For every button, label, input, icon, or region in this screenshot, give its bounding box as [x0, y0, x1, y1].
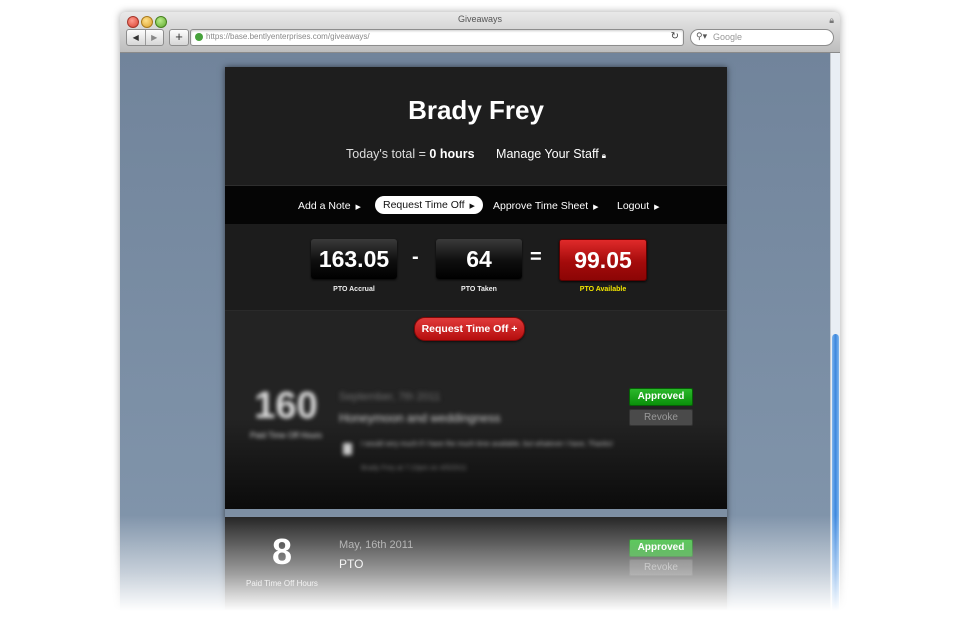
user-name: Brady Frey [408, 95, 544, 125]
pto-available-label: PTO Available [579, 286, 627, 293]
entry-date: September, 7th 2011 [339, 391, 441, 403]
equals-sign: = [530, 246, 542, 268]
back-button[interactable]: ◀ [127, 30, 145, 45]
request-time-off-button[interactable]: Request Time Off + [414, 317, 525, 341]
arrow-right-icon: ▶ [355, 204, 361, 211]
entry-hours: 8 [271, 531, 293, 572]
nav-add-note-label: Add a Note [298, 200, 351, 212]
pto-panel: Brady Frey Today's total = 0 hours Manag… [225, 67, 727, 612]
pto-taken-label: PTO Taken [461, 286, 497, 293]
search-icon: ⚲▾ [696, 31, 708, 41]
page-viewport: Brady Frey Today's total = 0 hours Manag… [120, 53, 830, 612]
entry-divider [225, 509, 727, 517]
nav-request-time-off[interactable]: Request Time Off ▶ [375, 196, 483, 214]
arrow-right-icon: ▶ [593, 204, 599, 211]
pto-summary: 163.05 PTO Accrual - 64 PTO Taken = 99.0… [225, 224, 727, 311]
arrow-right-icon: ▶ [654, 204, 660, 211]
main-nav: Add a Note ▶ Request Time Off ▶ Approve Ti… [225, 185, 727, 225]
site-favicon-icon [195, 33, 203, 41]
window-title: Giveaways [457, 14, 502, 24]
today-total-value: 0 hours [429, 147, 475, 161]
revoke-button[interactable]: Revoke [629, 409, 693, 426]
today-total-line: Today's total = 0 hours Manage Your Staf… [225, 147, 727, 161]
arrow-right-icon: ▶ [469, 203, 475, 210]
add-bookmark-button[interactable]: + [169, 29, 189, 46]
revoke-button[interactable]: Revoke [629, 559, 693, 576]
request-entry: 8 Paid Time Off Hours May, 16th 2011 PTO… [225, 517, 727, 612]
nav-request-time-off-label: Request Time Off [383, 199, 465, 211]
nav-approve-time-sheet[interactable]: Approve Time Sheet ▶ [493, 197, 599, 215]
nav-logout[interactable]: Logout ▶ [617, 197, 660, 215]
browser-window: Giveaways 🔒︎ ◀ ▶ + https://base.bentlyen… [120, 12, 840, 612]
approved-badge: Approved [629, 388, 693, 406]
entry-title: Honeymoon and weddingness [339, 411, 501, 425]
entry-note-meta: Brady Frey at 7:10pm on 4/5/2011 [361, 465, 467, 472]
nav-approve-time-sheet-label: Approve Time Sheet [493, 200, 589, 212]
pto-accrual-label: PTO Accrual [333, 286, 375, 293]
requests-area: Request Time Off + 160 Paid Time Off Hou… [225, 311, 727, 612]
lock-icon: 🔒︎ [601, 151, 606, 160]
window-lock-icon: 🔒︎ [829, 15, 834, 25]
pto-available-value: 99.05 [559, 239, 647, 281]
minus-sign: - [412, 246, 419, 268]
entry-hours-label: Paid Time Off Hours [246, 579, 318, 588]
forward-button[interactable]: ▶ [144, 30, 164, 45]
address-bar[interactable]: https://base.bentlyenterprises.com/givea… [190, 29, 684, 46]
approved-badge: Approved [629, 539, 693, 557]
manage-staff-link[interactable]: Manage Your Staff 🔒︎ [496, 147, 606, 161]
nav-logout-label: Logout [617, 200, 650, 212]
history-buttons: ◀ ▶ [126, 29, 164, 46]
search-field[interactable]: ⚲▾ Google [690, 29, 834, 46]
scrollbar-thumb[interactable] [832, 334, 839, 612]
reload-icon[interactable]: ↻ [671, 31, 679, 42]
nav-add-note[interactable]: Add a Note ▶ [298, 197, 361, 215]
entry-date: May, 16th 2011 [339, 539, 414, 551]
address-text: https://base.bentlyenterprises.com/givea… [206, 32, 370, 41]
note-icon [343, 443, 352, 455]
entry-note: I would very much if I have the much tim… [361, 441, 613, 448]
browser-titlebar: Giveaways 🔒︎ ◀ ▶ + https://base.bentlyen… [120, 12, 840, 53]
manage-staff-label: Manage Your Staff [496, 147, 599, 161]
search-placeholder: Google [713, 32, 743, 42]
vertical-scrollbar[interactable] [830, 53, 840, 612]
entry-title: PTO [339, 557, 364, 571]
entry-hours: 160 [254, 385, 318, 427]
entry-hours-label: Paid Time Off Hours [250, 431, 322, 440]
pto-accrual-value: 163.05 [311, 239, 397, 279]
today-total-label: Today's total = [346, 147, 426, 161]
request-entry: 160 Paid Time Off Hours September, 7th 2… [225, 371, 727, 509]
pto-taken-value: 64 [436, 239, 522, 279]
